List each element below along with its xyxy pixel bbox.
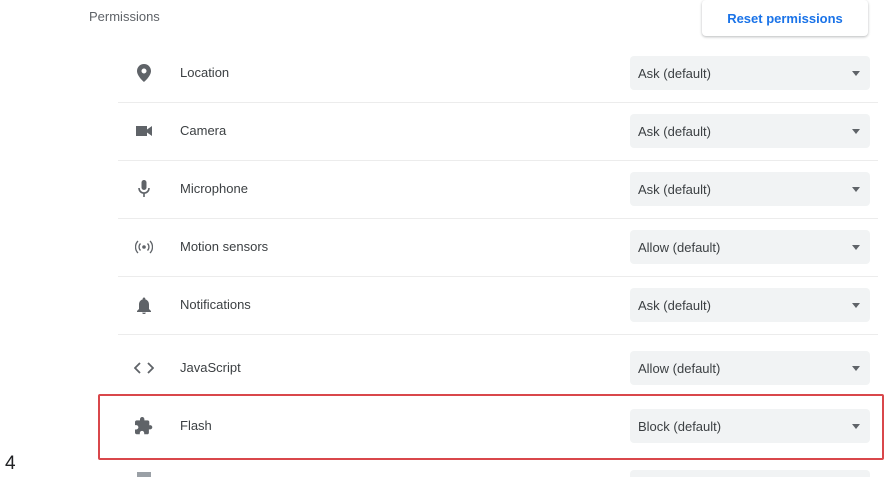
javascript-setting-value: Allow (default) <box>638 360 721 376</box>
partial-next-row-icon <box>137 472 151 477</box>
camera-icon <box>132 119 156 143</box>
permission-row-microphone: Microphone Ask (default) <box>118 160 878 218</box>
permission-row-motion-sensors: Motion sensors Allow (default) <box>118 218 878 276</box>
microphone-icon <box>132 177 156 201</box>
step-number: 4 <box>5 453 16 474</box>
notifications-setting-select[interactable]: Ask (default) <box>630 288 870 322</box>
chevron-down-icon <box>852 187 860 192</box>
location-setting-value: Ask (default) <box>638 65 711 81</box>
microphone-setting-value: Ask (default) <box>638 181 711 197</box>
motion-sensors-setting-value: Allow (default) <box>638 239 721 255</box>
partial-next-row-select <box>630 470 870 477</box>
chevron-down-icon <box>852 129 860 134</box>
javascript-icon <box>132 356 156 380</box>
permissions-section-title: Permissions <box>89 9 160 24</box>
permission-label-microphone: Microphone <box>180 181 248 196</box>
chevron-down-icon <box>852 245 860 250</box>
microphone-setting-select[interactable]: Ask (default) <box>630 172 870 206</box>
permission-row-location: Location Ask (default) <box>118 44 878 102</box>
flash-row-highlight-box <box>98 394 884 460</box>
permission-row-notifications: Notifications Ask (default) <box>118 276 878 334</box>
motion-sensors-setting-select[interactable]: Allow (default) <box>630 230 870 264</box>
permission-label-javascript: JavaScript <box>180 360 241 375</box>
permission-row-javascript: JavaScript Allow (default) <box>118 339 878 397</box>
permission-label-motion-sensors: Motion sensors <box>180 239 269 254</box>
chevron-down-icon <box>852 366 860 371</box>
notifications-icon <box>132 293 156 317</box>
permission-label-camera: Camera <box>180 123 227 138</box>
camera-setting-value: Ask (default) <box>638 123 711 139</box>
permission-label-location: Location <box>180 65 230 80</box>
chevron-down-icon <box>852 303 860 308</box>
divider <box>118 334 878 335</box>
motion-sensors-icon <box>132 235 156 259</box>
location-setting-select[interactable]: Ask (default) <box>630 56 870 90</box>
chevron-down-icon <box>852 71 860 76</box>
permission-row-camera: Camera Ask (default) <box>118 102 878 160</box>
location-icon <box>132 61 156 85</box>
reset-permissions-button[interactable]: Reset permissions <box>702 0 868 36</box>
notifications-setting-value: Ask (default) <box>638 297 711 313</box>
camera-setting-select[interactable]: Ask (default) <box>630 114 870 148</box>
permission-label-notifications: Notifications <box>180 297 251 312</box>
javascript-setting-select[interactable]: Allow (default) <box>630 351 870 385</box>
